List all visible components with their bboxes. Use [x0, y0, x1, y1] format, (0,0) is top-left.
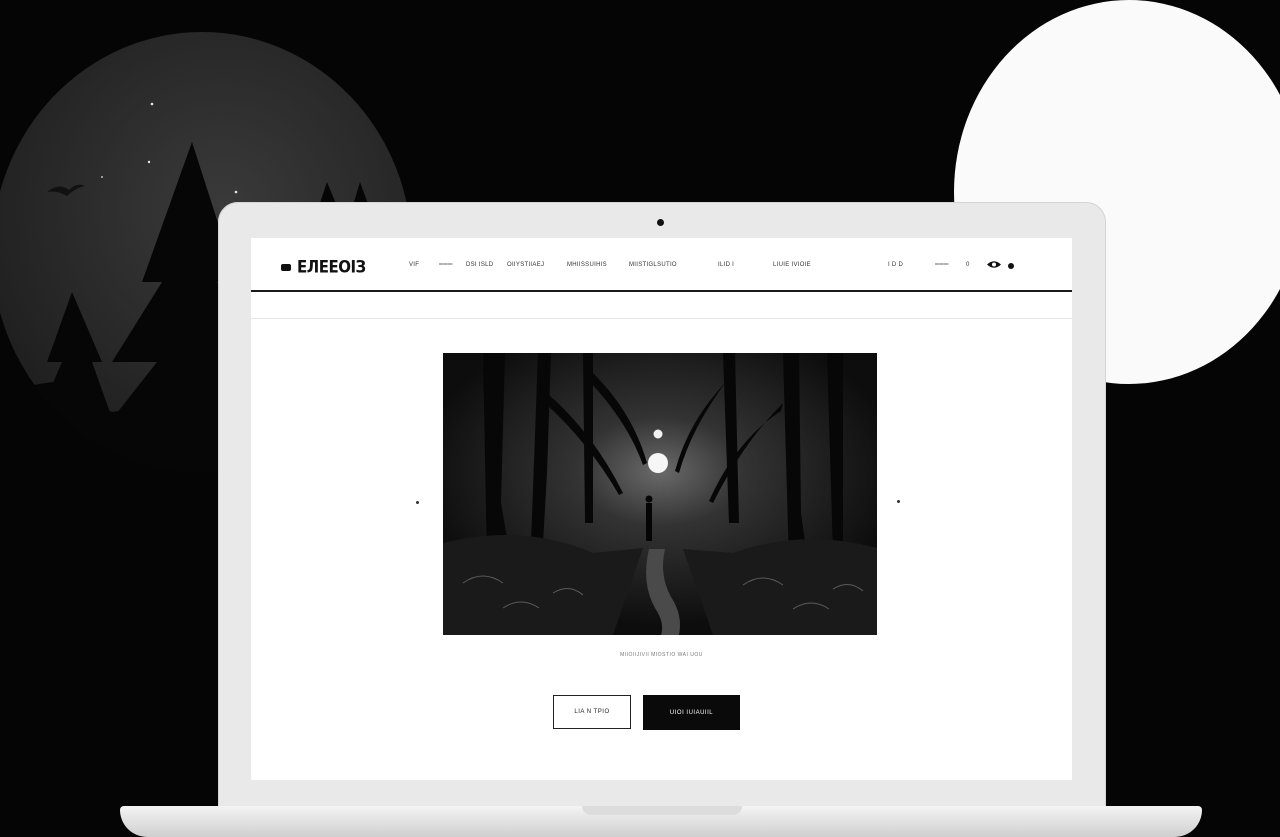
laptop-base-notch [582, 806, 742, 815]
nav-item-8[interactable]: LIUIE IVIOIE [773, 262, 811, 268]
nav-item-5[interactable]: MHIISSUIHIS [567, 262, 607, 268]
dark-forest-illustration [443, 353, 877, 635]
laptop-screen: ЕЛЕЕОІЗ VIF ═══ DSI ISLD OIIYSTIIAEJ MHI… [251, 238, 1072, 780]
site-logo[interactable]: ЕЛЕЕОІЗ [281, 256, 366, 278]
scene: ЕЛЕЕОІЗ VIF ═══ DSI ISLD OIIYSTIIAEJ MHI… [0, 0, 1280, 837]
logo-text: ЕЛЕЕОІЗ [297, 256, 366, 278]
nav-right-item-3[interactable]: 0 [966, 262, 970, 268]
nav-item-6[interactable]: MIISTIGLSUTIO [629, 262, 677, 268]
user-dot-icon[interactable] [1008, 263, 1014, 271]
nav-item-1[interactable]: VIF [409, 262, 419, 268]
nav-right-item-2[interactable]: ═══ [935, 262, 949, 268]
eye-icon[interactable] [987, 260, 1001, 271]
nav-item-7[interactable]: ILID I [718, 262, 734, 268]
prev-arrow-icon[interactable] [416, 501, 419, 504]
nav-item-3[interactable]: DSI ISLD [466, 262, 493, 268]
hero-image [443, 353, 877, 635]
nav-right-item-1[interactable]: I D D [888, 262, 903, 268]
subheader-divider [251, 318, 1072, 319]
laptop-camera [657, 219, 664, 226]
hero-caption: MIIOIIJIVII MIOSTIO WAI UOU [620, 652, 703, 658]
primary-button[interactable]: UIOI IUIAUIIL [643, 695, 740, 730]
logo-mark-icon [281, 263, 291, 271]
next-arrow-icon[interactable] [897, 500, 900, 503]
secondary-button[interactable]: LIA N TPIO [553, 695, 631, 729]
site-header: ЕЛЕЕОІЗ VIF ═══ DSI ISLD OIIYSTIIAEJ MHI… [251, 238, 1072, 292]
nav-item-4[interactable]: OIIYSTIIAEJ [507, 262, 544, 268]
nav-item-2[interactable]: ═══ [439, 262, 453, 268]
